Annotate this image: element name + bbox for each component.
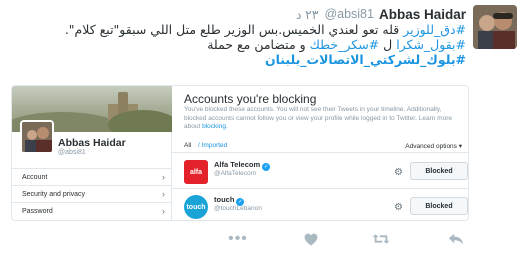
settings-item-password: Password › bbox=[12, 202, 172, 219]
account-handle: @AlfaTelecom bbox=[214, 170, 257, 177]
profile-name: Abbas Haidar bbox=[58, 137, 126, 149]
settings-item-label: Password bbox=[22, 207, 53, 215]
alfa-logo-icon: alfa bbox=[184, 160, 208, 184]
hashtag-link[interactable]: #بقول_شكرا bbox=[396, 37, 466, 52]
chevron-right-icon: › bbox=[162, 189, 165, 199]
verified-badge-icon: ✓ bbox=[262, 163, 271, 171]
filter-row: All / Imported Advanced options ▾ bbox=[172, 137, 468, 153]
panel-title: Accounts you're blocking bbox=[184, 92, 317, 106]
more-icon[interactable]: ••• bbox=[228, 229, 248, 249]
reply-icon[interactable] bbox=[446, 229, 466, 249]
tweet-attached-image[interactable]: Abbas Haidar @absi81 Account › Security … bbox=[11, 85, 469, 221]
tweet-line-2: #بقول_شكرا ل #سكر_خطك و متضامن مع حملة bbox=[26, 37, 466, 52]
avatar-photo bbox=[22, 122, 52, 152]
tweet-actions: ••• bbox=[0, 229, 528, 249]
settings-item-label: Security and privacy bbox=[22, 190, 86, 198]
settings-menu: Account › Security and privacy › Passwor… bbox=[12, 168, 172, 219]
tweet-line-3: #بلوك_لشركتي_الاتصالات_بلبنان bbox=[26, 52, 466, 67]
touch-logo-icon: touch bbox=[184, 195, 208, 219]
panel-description: You've blocked these accounts. You will … bbox=[184, 106, 456, 132]
profile-avatar bbox=[20, 120, 54, 154]
blocked-account-row: touch touch ✓ @touchLebanon ⚙ Blocked bbox=[172, 190, 468, 220]
reply-shape bbox=[448, 233, 464, 245]
gear-icon: ⚙ bbox=[394, 167, 403, 178]
tweet-text-segment: قله تعو لعندي الخميس.بس الوزير طلع متل ا… bbox=[64, 22, 404, 37]
account-name-text: touch bbox=[214, 195, 235, 204]
advanced-options-dropdown: Advanced options ▾ bbox=[405, 143, 462, 150]
tweet-author-handle[interactable]: @absi81 bbox=[324, 7, 374, 21]
blocked-button: Blocked bbox=[410, 162, 468, 180]
hashtag-link[interactable]: #بلوك_لشركتي_الاتصالات_بلبنان bbox=[265, 52, 466, 67]
heart-icon[interactable] bbox=[301, 229, 321, 249]
filter-imported-label: Imported bbox=[201, 142, 228, 149]
settings-item-label: Account bbox=[22, 173, 48, 181]
blocked-accounts-panel: Accounts you're blocking You've blocked … bbox=[172, 86, 468, 220]
blocked-button: Blocked bbox=[410, 197, 468, 215]
tweet-line-1: #دق_للوزير قله تعو لعندي الخميس.بس الوزي… bbox=[26, 22, 466, 37]
retweet-shape bbox=[372, 234, 390, 244]
chevron-right-icon: › bbox=[162, 206, 165, 216]
account-handle: @touchLebanon bbox=[214, 205, 262, 212]
gear-icon: ⚙ bbox=[394, 202, 403, 213]
tweet-timestamp[interactable]: ٢٣ د bbox=[296, 7, 318, 22]
tweet-author-avatar[interactable] bbox=[473, 5, 517, 49]
description-end: . bbox=[225, 123, 228, 130]
chevron-right-icon: › bbox=[162, 172, 165, 182]
blocked-account-row: alfa Alfa Telecom ✓ @AlfaTelecom ⚙ Blocke… bbox=[172, 155, 468, 189]
tweet-text-segment: ل bbox=[379, 37, 397, 52]
avatar-photo bbox=[473, 5, 517, 49]
settings-item-security: Security and privacy › bbox=[12, 185, 172, 202]
banner-trees bbox=[108, 110, 172, 132]
filter-imported: / Imported bbox=[198, 142, 227, 149]
profile-sidebar: Abbas Haidar @absi81 Account › Security … bbox=[12, 86, 172, 220]
profile-handle: @absi81 bbox=[58, 149, 86, 156]
blocking-help-link: blocking bbox=[202, 123, 226, 130]
tweet-author-name[interactable]: Abbas Haidar bbox=[379, 7, 466, 22]
filter-all: All bbox=[184, 142, 192, 149]
hashtag-link[interactable]: #سكر_خطك bbox=[310, 37, 380, 52]
hashtag-link[interactable]: #دق_للوزير bbox=[403, 22, 466, 37]
account-name-text: Alfa Telecom bbox=[214, 160, 261, 169]
settings-item-account: Account › bbox=[12, 168, 172, 185]
tweet-text-segment: و متضامن مع حملة bbox=[207, 37, 310, 52]
tweet-header: Abbas Haidar @absi81 ٢٣ د bbox=[296, 6, 466, 22]
retweet-icon[interactable] bbox=[371, 229, 391, 249]
heart-shape bbox=[304, 233, 318, 246]
tweet-text: #دق_للوزير قله تعو لعندي الخميس.بس الوزي… bbox=[26, 22, 466, 67]
